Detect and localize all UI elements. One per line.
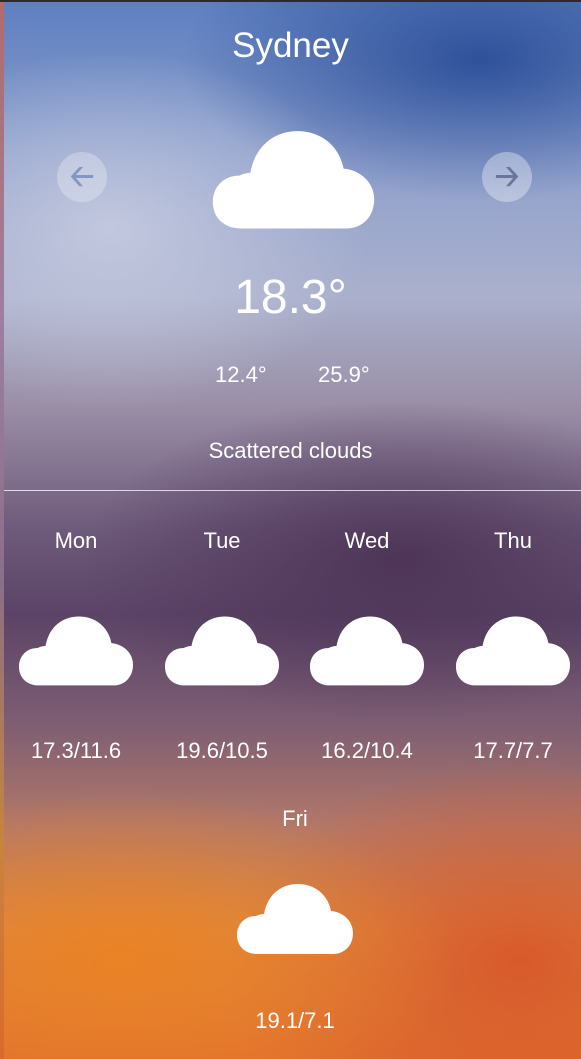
cloud-icon bbox=[309, 616, 425, 686]
forecast-range: 16.2/10.4 bbox=[321, 738, 413, 763]
cloud-icon bbox=[18, 616, 134, 686]
forecast-day: Mon 17.3/11.6 bbox=[3, 528, 149, 764]
forecast-range: 17.7/7.7 bbox=[473, 738, 553, 763]
forecast-range: 17.3/11.6 bbox=[30, 738, 122, 763]
arrow-right-icon: 🡢 bbox=[494, 160, 520, 193]
forecast-day-name: Fri bbox=[282, 806, 308, 831]
section-divider bbox=[4, 490, 581, 491]
city-name: Sydney bbox=[232, 26, 349, 65]
window-top-edge bbox=[0, 0, 581, 2]
weather-description: Scattered clouds bbox=[208, 438, 373, 463]
cloud-icon bbox=[164, 616, 280, 686]
max-temperature: 25.9° bbox=[318, 362, 370, 387]
next-city-button[interactable]: 🡢 bbox=[482, 152, 532, 202]
forecast-range: 19.1/7.1 bbox=[255, 1008, 335, 1033]
forecast-range: 19.6/10.5 bbox=[176, 738, 268, 763]
previous-city-button[interactable]: 🡠 bbox=[57, 152, 107, 202]
forecast-day-name: Wed bbox=[344, 528, 390, 553]
cloud-icon bbox=[237, 884, 353, 954]
forecast-day-name: Thu bbox=[494, 528, 532, 553]
arrow-left-icon: 🡠 bbox=[69, 160, 95, 193]
forecast-day: Wed 16.2/10.4 bbox=[294, 528, 440, 764]
min-temperature: 12.4° bbox=[215, 362, 267, 387]
forecast-day-name: Tue bbox=[203, 528, 241, 553]
forecast-day-name: Mon bbox=[54, 528, 98, 553]
current-temperature: 18.3° bbox=[234, 271, 347, 324]
cloud-icon bbox=[212, 131, 375, 229]
forecast-day: Tue 19.6/10.5 bbox=[149, 528, 295, 764]
forecast-day: Thu 17.7/7.7 bbox=[440, 528, 581, 764]
cloud-icon bbox=[455, 616, 571, 686]
